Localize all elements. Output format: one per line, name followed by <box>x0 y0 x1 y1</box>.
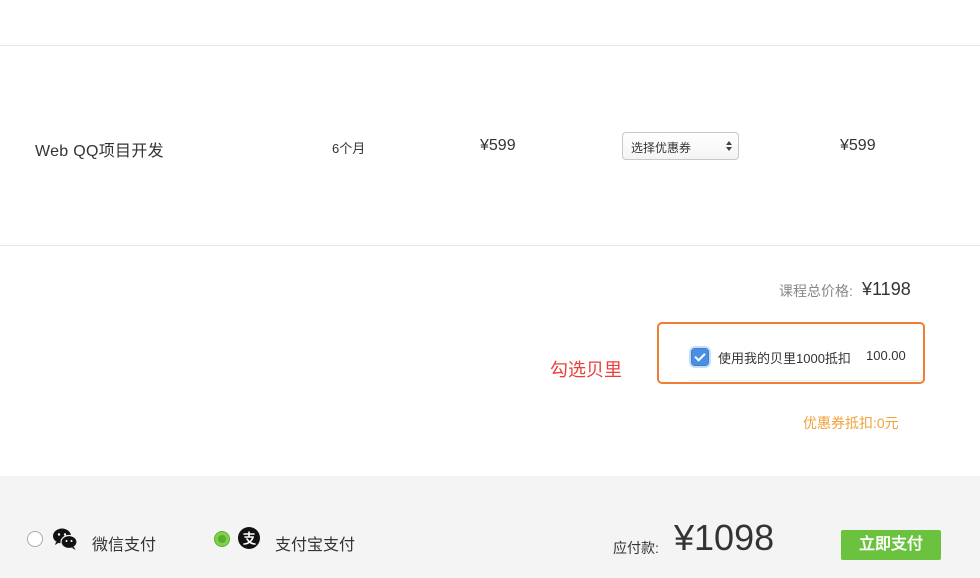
wechat-pay-label[interactable]: 微信支付 <box>92 531 156 555</box>
course-name: Web QQ项目开发 <box>35 143 164 160</box>
total-price-value: ¥1198 <box>862 279 911 299</box>
wechat-icon <box>52 526 78 552</box>
beili-checkbox[interactable] <box>691 348 709 366</box>
total-price-label: 课程总价格: <box>779 283 853 299</box>
course-price: ¥599 <box>480 137 516 154</box>
beili-amount: 100.00 <box>866 348 906 363</box>
pay-now-button[interactable]: 立即支付 <box>841 530 941 560</box>
annotation-text: 勾选贝里 <box>550 360 622 380</box>
course-divider <box>0 245 980 246</box>
payment-bar <box>0 476 980 578</box>
select-arrows-icon <box>726 138 732 154</box>
payable-label: 应付款: <box>613 540 659 556</box>
beili-underline <box>690 380 922 381</box>
alipay-pay-label[interactable]: 支付宝支付 <box>275 531 355 555</box>
course-period: 6个月 <box>332 141 366 156</box>
course-row: Web QQ项目开发 6个月 ¥599 选择优惠券 ¥599 <box>0 46 980 245</box>
alipay-icon <box>238 527 260 549</box>
beili-label[interactable]: 使用我的贝里1000抵扣 <box>718 348 851 367</box>
course-subtotal: ¥599 <box>840 137 876 154</box>
alipay-radio[interactable] <box>214 531 230 547</box>
coupon-select[interactable]: 选择优惠券 <box>622 132 739 160</box>
wechat-radio[interactable] <box>27 531 43 547</box>
payable-amount: ¥1098 <box>674 517 775 558</box>
coupon-discount: 优惠券抵扣:0元 <box>803 415 899 431</box>
coupon-select-value: 选择优惠券 <box>631 141 692 155</box>
